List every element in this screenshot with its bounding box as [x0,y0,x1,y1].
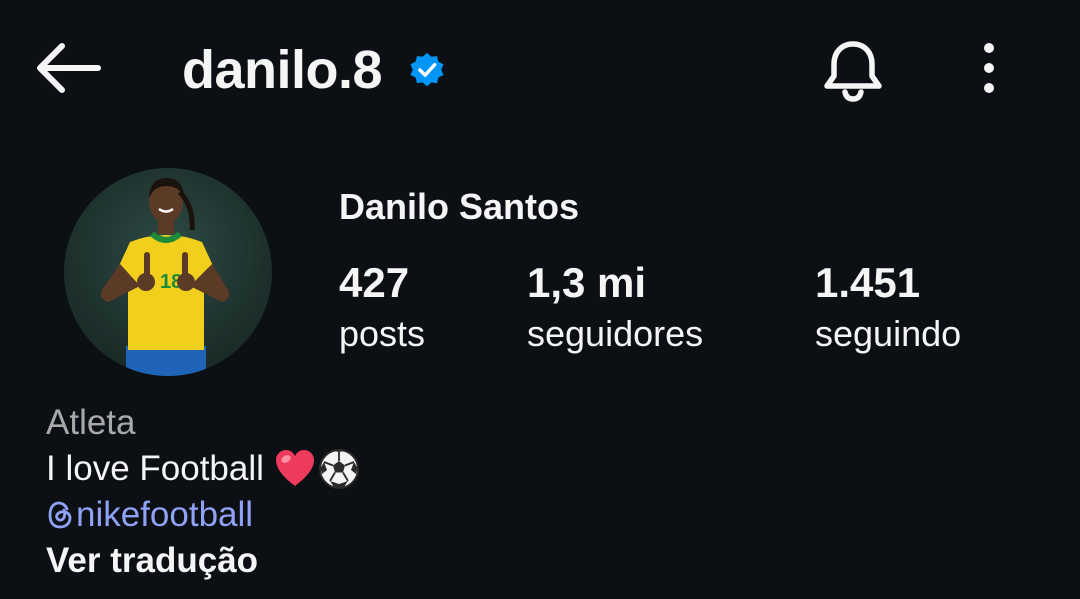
posts-count: 427 [339,259,410,306]
heart-emoji-icon [275,450,314,486]
see-translation-link[interactable]: Ver tradução [46,538,360,584]
threads-handle: nikefootball [76,495,254,534]
verified-badge-icon [410,52,444,87]
profile-header: danilo.8 [0,0,1080,140]
followers-label: seguidores [527,313,704,354]
more-options-button[interactable] [966,38,1012,100]
profile-avatar[interactable]: 18 [64,168,272,376]
bell-icon [824,41,882,102]
following-count: 1.451 [815,259,921,306]
threads-profile-link[interactable]: nikefootball [46,492,360,538]
bio-text-line: I love Football [46,446,360,492]
more-vertical-icon [984,43,994,93]
arrow-left-icon [37,43,101,93]
back-button[interactable] [30,38,104,98]
posts-label: posts [339,313,426,354]
username-row: danilo.8 [182,36,446,104]
stat-posts[interactable]: 427 posts [339,258,425,360]
username: danilo.8 [182,40,383,100]
profile-bio: Atleta I love Football nikefootball Ver … [46,400,360,584]
threads-icon [48,501,72,529]
following-label: seguindo [815,313,962,354]
profile-full-name: Danilo Santos [339,186,580,227]
soccer-ball-emoji-icon [318,449,359,489]
stat-followers[interactable]: 1,3 mi seguidores [527,258,703,360]
bio-category: Atleta [46,403,136,442]
followers-count: 1,3 mi [527,259,647,306]
stat-following[interactable]: 1.451 seguindo [815,258,961,360]
bio-text: I love Football [46,449,264,488]
notifications-button[interactable] [818,36,888,104]
player-photo: 18 [100,178,230,376]
